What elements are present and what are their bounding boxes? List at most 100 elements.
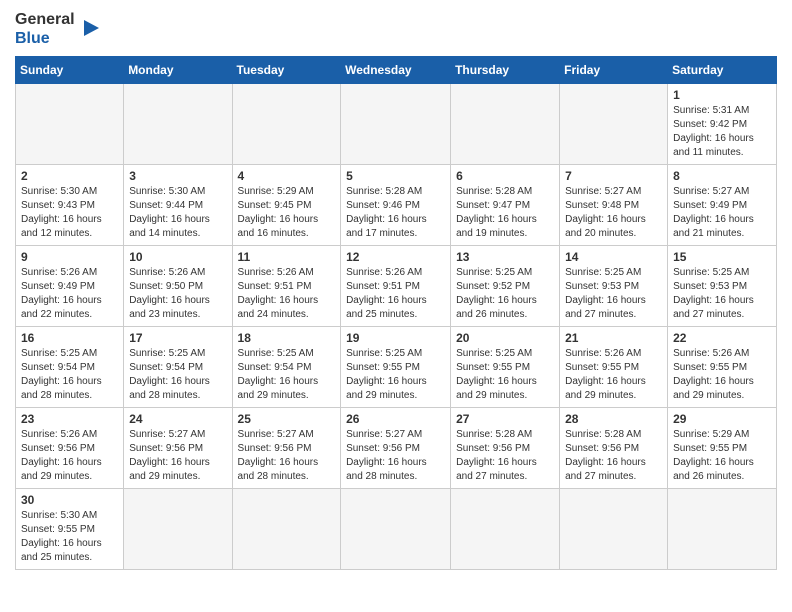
calendar-table: SundayMondayTuesdayWednesdayThursdayFrid…	[15, 56, 777, 570]
calendar-day-cell: 14Sunrise: 5:25 AM Sunset: 9:53 PM Dayli…	[560, 246, 668, 327]
day-number: 20	[456, 331, 554, 345]
day-number: 2	[21, 169, 118, 183]
calendar-day-cell: 21 Sunrise: 5:26 AM Sunset: 9:55 PM Dayli…	[560, 327, 668, 408]
day-number: 7	[565, 169, 662, 183]
day-info: Sunrise: 5:31 AM Sunset: 9:42 PM Dayligh…	[673, 104, 771, 160]
day-info: Sunrise: 5:25 AM Sunset: 9:53 PM Dayligh…	[673, 266, 771, 322]
day-info: Sunrise: 5:28 AM Sunset: 9:47 PM Dayligh…	[456, 185, 554, 241]
calendar-day-cell	[451, 489, 560, 570]
calendar-day-cell: 3 Sunrise: 5:30 AM Sunset: 9:44 PM Daylig…	[124, 165, 232, 246]
calendar-day-cell: 18 Sunrise: 5:25 AM Sunset: 9:54 PM Dayli…	[232, 327, 341, 408]
day-number: 17	[129, 331, 226, 345]
calendar-day-cell	[451, 84, 560, 165]
day-number: 19	[346, 331, 445, 345]
day-info: Sunrise: 5:28 AM Sunset: 9:56 PM Dayligh…	[565, 428, 662, 484]
day-number: 24	[129, 412, 226, 426]
calendar-day-cell: 2 Sunrise: 5:30 AM Sunset: 9:43 PM Daylig…	[16, 165, 124, 246]
day-info: Sunrise: 5:26 AM Sunset: 9:55 PM Dayligh…	[565, 347, 662, 403]
day-number: 21	[565, 331, 662, 345]
day-number: 1	[673, 88, 771, 102]
day-number: 4	[238, 169, 336, 183]
calendar-day-cell: 8 Sunrise: 5:27 AM Sunset: 9:49 PM Daylig…	[668, 165, 777, 246]
day-info: Sunrise: 5:26 AM Sunset: 9:56 PM Dayligh…	[21, 428, 118, 484]
day-number: 22	[673, 331, 771, 345]
day-info: Sunrise: 5:27 AM Sunset: 9:56 PM Dayligh…	[346, 428, 445, 484]
calendar-day-cell: 24Sunrise: 5:27 AM Sunset: 9:56 PM Dayli…	[124, 408, 232, 489]
calendar-day-cell: 12 Sunrise: 5:26 AM Sunset: 9:51 PM Dayli…	[341, 246, 451, 327]
day-info: Sunrise: 5:27 AM Sunset: 9:48 PM Dayligh…	[565, 185, 662, 241]
calendar-day-cell: 6 Sunrise: 5:28 AM Sunset: 9:47 PM Daylig…	[451, 165, 560, 246]
calendar-week-row: 2 Sunrise: 5:30 AM Sunset: 9:43 PM Daylig…	[16, 165, 777, 246]
calendar-day-cell: 16Sunrise: 5:25 AM Sunset: 9:54 PM Dayli…	[16, 327, 124, 408]
weekday-header: Wednesday	[341, 57, 451, 84]
day-number: 26	[346, 412, 445, 426]
day-number: 6	[456, 169, 554, 183]
calendar-day-cell: 25 Sunrise: 5:27 AM Sunset: 9:56 PM Dayli…	[232, 408, 341, 489]
calendar-day-cell: 20 Sunrise: 5:25 AM Sunset: 9:55 PM Dayli…	[451, 327, 560, 408]
calendar-day-cell: 11Sunrise: 5:26 AM Sunset: 9:51 PM Dayli…	[232, 246, 341, 327]
calendar-day-cell	[341, 84, 451, 165]
day-info: Sunrise: 5:26 AM Sunset: 9:50 PM Dayligh…	[129, 266, 226, 322]
day-info: Sunrise: 5:26 AM Sunset: 9:51 PM Dayligh…	[238, 266, 336, 322]
calendar-day-cell: 23Sunrise: 5:26 AM Sunset: 9:56 PM Dayli…	[16, 408, 124, 489]
calendar-day-cell	[232, 84, 341, 165]
calendar-day-cell: 28Sunrise: 5:28 AM Sunset: 9:56 PM Dayli…	[560, 408, 668, 489]
day-info: Sunrise: 5:28 AM Sunset: 9:56 PM Dayligh…	[456, 428, 554, 484]
calendar-day-cell: 5Sunrise: 5:28 AM Sunset: 9:46 PM Daylig…	[341, 165, 451, 246]
calendar-day-cell: 10 Sunrise: 5:26 AM Sunset: 9:50 PM Dayli…	[124, 246, 232, 327]
day-info: Sunrise: 5:25 AM Sunset: 9:54 PM Dayligh…	[129, 347, 226, 403]
day-info: Sunrise: 5:25 AM Sunset: 9:55 PM Dayligh…	[456, 347, 554, 403]
calendar-day-cell	[560, 489, 668, 570]
day-number: 8	[673, 169, 771, 183]
day-number: 3	[129, 169, 226, 183]
day-number: 15	[673, 250, 771, 264]
weekday-header: Monday	[124, 57, 232, 84]
day-info: Sunrise: 5:30 AM Sunset: 9:43 PM Dayligh…	[21, 185, 118, 241]
calendar-day-cell: 29Sunrise: 5:29 AM Sunset: 9:55 PM Dayli…	[668, 408, 777, 489]
weekday-header: Sunday	[16, 57, 124, 84]
calendar-day-cell: 19 Sunrise: 5:25 AM Sunset: 9:55 PM Dayli…	[341, 327, 451, 408]
calendar-day-cell: 17 Sunrise: 5:25 AM Sunset: 9:54 PM Dayli…	[124, 327, 232, 408]
day-info: Sunrise: 5:26 AM Sunset: 9:51 PM Dayligh…	[346, 266, 445, 322]
calendar-day-cell	[124, 84, 232, 165]
day-number: 18	[238, 331, 336, 345]
day-info: Sunrise: 5:25 AM Sunset: 9:54 PM Dayligh…	[238, 347, 336, 403]
day-info: Sunrise: 5:30 AM Sunset: 9:44 PM Dayligh…	[129, 185, 226, 241]
day-number: 9	[21, 250, 118, 264]
day-info: Sunrise: 5:26 AM Sunset: 9:49 PM Dayligh…	[21, 266, 118, 322]
day-info: Sunrise: 5:27 AM Sunset: 9:56 PM Dayligh…	[238, 428, 336, 484]
day-number: 13	[456, 250, 554, 264]
logo-arrow-icon	[79, 14, 99, 44]
day-info: Sunrise: 5:27 AM Sunset: 9:49 PM Dayligh…	[673, 185, 771, 241]
calendar-day-cell: 9 Sunrise: 5:26 AM Sunset: 9:49 PM Daylig…	[16, 246, 124, 327]
calendar-week-row: 30Sunrise: 5:30 AM Sunset: 9:55 PM Dayli…	[16, 489, 777, 570]
calendar-day-cell: 27Sunrise: 5:28 AM Sunset: 9:56 PM Dayli…	[451, 408, 560, 489]
day-number: 30	[21, 493, 118, 507]
day-info: Sunrise: 5:25 AM Sunset: 9:54 PM Dayligh…	[21, 347, 118, 403]
calendar-week-row: 16Sunrise: 5:25 AM Sunset: 9:54 PM Dayli…	[16, 327, 777, 408]
logo: GeneralBlue	[15, 10, 99, 48]
calendar-day-cell: 7 Sunrise: 5:27 AM Sunset: 9:48 PM Daylig…	[560, 165, 668, 246]
calendar-day-cell	[668, 489, 777, 570]
calendar-day-cell: 26 Sunrise: 5:27 AM Sunset: 9:56 PM Dayli…	[341, 408, 451, 489]
day-number: 29	[673, 412, 771, 426]
weekday-header: Friday	[560, 57, 668, 84]
day-number: 25	[238, 412, 336, 426]
calendar-day-cell	[232, 489, 341, 570]
day-number: 12	[346, 250, 445, 264]
calendar-day-cell: 1 Sunrise: 5:31 AM Sunset: 9:42 PM Daylig…	[668, 84, 777, 165]
calendar-week-row: 9 Sunrise: 5:26 AM Sunset: 9:49 PM Daylig…	[16, 246, 777, 327]
weekday-header: Tuesday	[232, 57, 341, 84]
weekday-header-row: SundayMondayTuesdayWednesdayThursdayFrid…	[16, 57, 777, 84]
calendar-day-cell: 22 Sunrise: 5:26 AM Sunset: 9:55 PM Dayli…	[668, 327, 777, 408]
logo-text: GeneralBlue	[15, 10, 75, 48]
day-info: Sunrise: 5:26 AM Sunset: 9:55 PM Dayligh…	[673, 347, 771, 403]
day-number: 14	[565, 250, 662, 264]
day-number: 10	[129, 250, 226, 264]
day-info: Sunrise: 5:29 AM Sunset: 9:45 PM Dayligh…	[238, 185, 336, 241]
weekday-header: Saturday	[668, 57, 777, 84]
calendar-day-cell	[560, 84, 668, 165]
day-info: Sunrise: 5:25 AM Sunset: 9:52 PM Dayligh…	[456, 266, 554, 322]
calendar-week-row: 1 Sunrise: 5:31 AM Sunset: 9:42 PM Daylig…	[16, 84, 777, 165]
day-info: Sunrise: 5:25 AM Sunset: 9:55 PM Dayligh…	[346, 347, 445, 403]
